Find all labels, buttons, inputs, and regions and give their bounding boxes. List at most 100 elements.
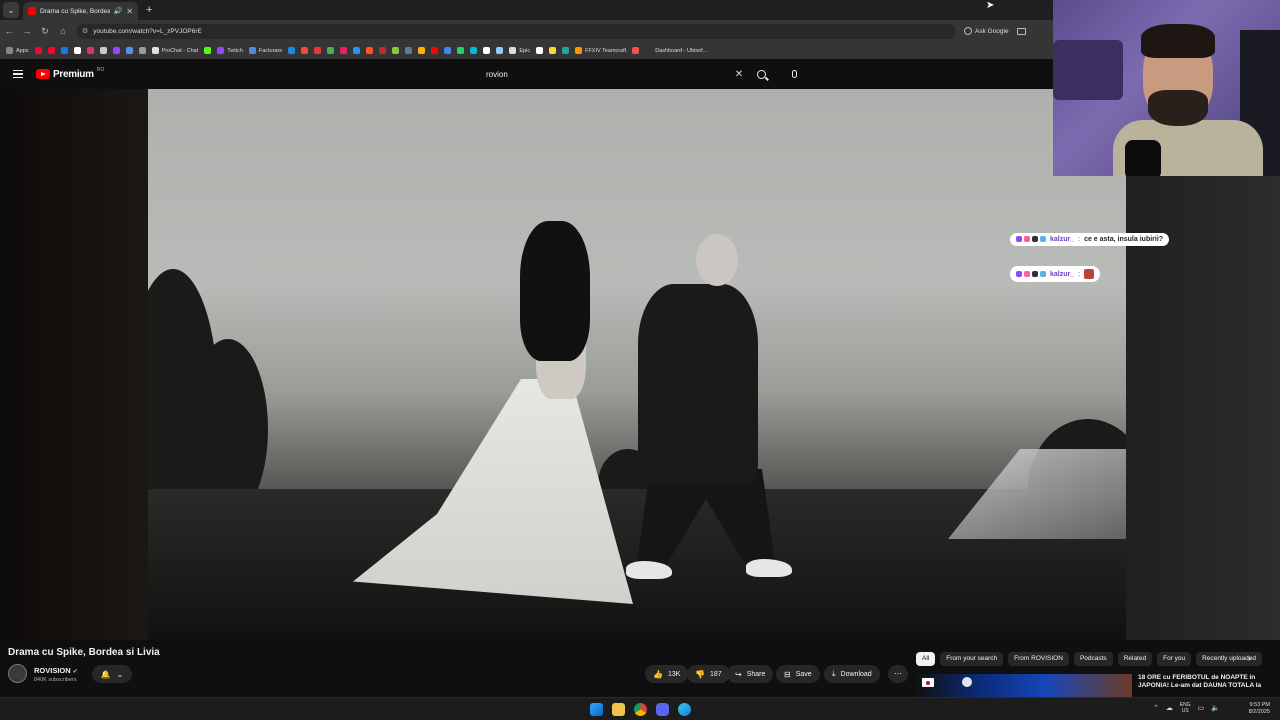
recommended-video-title[interactable]: 18 ORE cu FERIBOTUL de NOAPTE in JAPONIA…: [1138, 674, 1273, 697]
bookmark-item[interactable]: [112, 47, 120, 54]
ask-google-button[interactable]: Ask Google: [964, 27, 1009, 35]
filter-chip[interactable]: Related: [1117, 652, 1153, 666]
youtube-logo[interactable]: Premium RO: [36, 67, 104, 80]
bookmark-item[interactable]: [562, 47, 570, 54]
menu-icon[interactable]: [13, 70, 23, 78]
bookmark-item[interactable]: [431, 47, 439, 54]
bookmark-item[interactable]: [340, 47, 348, 54]
address-bar[interactable]: ⚙ youtube.com/watch?v=L_zPVJOP6rE: [76, 23, 956, 39]
bookmark-item[interactable]: [536, 47, 544, 54]
bookmark-item[interactable]: [125, 47, 133, 54]
clear-search-icon[interactable]: ✕: [732, 69, 746, 80]
bookmark-item[interactable]: Dashboard - Ubisof...: [645, 47, 707, 54]
browser-tab[interactable]: Drama cu Spike, Bordea si Livia 🔊 ✕: [23, 2, 138, 20]
windows-start-icon[interactable]: [590, 703, 603, 716]
filter-chip[interactable]: For you: [1157, 652, 1192, 666]
bookmark-item[interactable]: ProChat - Chat: [151, 47, 198, 54]
bookmark-item[interactable]: [86, 47, 94, 54]
bookmark-item[interactable]: Apps: [6, 47, 29, 54]
bookmark-favicon-icon: [112, 47, 120, 54]
bookmark-item[interactable]: [301, 47, 309, 54]
bookmark-favicon-icon: [151, 47, 159, 54]
bookmark-item[interactable]: [632, 47, 640, 54]
close-tab-icon[interactable]: ✕: [126, 7, 133, 16]
tab-search-button[interactable]: ⌄: [3, 2, 19, 18]
save-button[interactable]: ⊟ Save: [776, 665, 820, 683]
bookmark-item[interactable]: [288, 47, 296, 54]
back-button[interactable]: ←: [0, 26, 18, 36]
search-input[interactable]: [478, 69, 732, 79]
bookmark-item[interactable]: [73, 47, 81, 54]
bookmark-favicon-icon: [645, 47, 653, 54]
cast-icon[interactable]: [1016, 27, 1026, 35]
bookmark-item[interactable]: [392, 47, 400, 54]
bookmark-item[interactable]: [418, 47, 426, 54]
bookmark-item[interactable]: [99, 47, 107, 54]
bookmark-item[interactable]: [34, 47, 42, 54]
bookmark-item[interactable]: [496, 47, 504, 54]
reload-button[interactable]: ↻: [36, 26, 54, 37]
speaker-icon[interactable]: 🔊: [114, 7, 123, 15]
subscription-bell-button[interactable]: 🔔 ⌄: [92, 665, 132, 683]
home-button[interactable]: ⌂: [54, 26, 72, 36]
bookmark-item[interactable]: [470, 47, 478, 54]
filter-chip[interactable]: From your search: [940, 652, 1004, 666]
discord-icon[interactable]: [656, 703, 669, 716]
language-indicator[interactable]: ENG US: [1180, 702, 1191, 714]
voice-search-button[interactable]: [785, 65, 803, 83]
bookmark-item[interactable]: [405, 47, 413, 54]
bookmark-item[interactable]: [444, 47, 452, 54]
channel-avatar[interactable]: [8, 664, 27, 683]
bookmark-item[interactable]: FFXIV Teamcraft: [575, 47, 626, 54]
site-info-icon[interactable]: ⚙: [82, 27, 88, 35]
dislike-button[interactable]: 👎 187: [687, 665, 730, 683]
file-explorer-icon[interactable]: [612, 703, 625, 716]
filter-chip[interactable]: Recently uploaded: [1196, 652, 1262, 666]
bookmark-item[interactable]: [314, 47, 322, 54]
chat-emote-icon: [1084, 269, 1095, 279]
chevron-right-icon[interactable]: ›: [1248, 653, 1251, 663]
tray-app-icon[interactable]: ☁: [1166, 704, 1173, 712]
bookmark-item[interactable]: [549, 47, 557, 54]
bookmark-favicon-icon: [99, 47, 107, 54]
bookmark-item[interactable]: [138, 47, 146, 54]
system-clock[interactable]: 9:53 PM 8/2/2025: [1249, 702, 1270, 716]
bookmark-item[interactable]: [457, 47, 465, 54]
bookmark-item[interactable]: [366, 47, 374, 54]
chrome-icon[interactable]: [634, 703, 647, 716]
channel-name[interactable]: ROVISION ✔: [34, 666, 78, 675]
recommended-video-thumbnail[interactable]: [916, 674, 1132, 697]
share-button[interactable]: ↪ Share: [727, 665, 774, 683]
filter-chip[interactable]: Podcasts: [1073, 652, 1113, 666]
filter-chip[interactable]: From ROVISION: [1008, 652, 1069, 666]
more-actions-icon[interactable]: ⋯: [888, 665, 908, 683]
chat-timestamp: 09:52 PM: [1015, 284, 1037, 290]
bookmark-item[interactable]: Facturare: [248, 47, 282, 54]
microphone-icon: [791, 70, 797, 78]
bookmark-item[interactable]: Epic: [509, 47, 530, 54]
like-button[interactable]: 👍 13K: [645, 665, 689, 683]
bookmark-item[interactable]: [483, 47, 491, 54]
bookmark-item[interactable]: [60, 47, 68, 54]
bookmark-item[interactable]: [204, 47, 212, 54]
bookmark-favicon-icon: [301, 47, 309, 54]
forward-button[interactable]: →: [18, 26, 36, 36]
new-tab-button[interactable]: +: [146, 4, 152, 16]
edge-icon[interactable]: [678, 703, 691, 716]
bookmark-favicon-icon: [483, 47, 491, 54]
bookmark-item[interactable]: Twitch: [217, 47, 243, 54]
bookmark-item[interactable]: [47, 47, 55, 54]
shoe: [746, 559, 792, 577]
bookmark-item[interactable]: [327, 47, 335, 54]
mouse-cursor-icon: ➤: [986, 0, 995, 11]
youtube-header: Premium RO ✕: [0, 59, 1053, 89]
volume-icon[interactable]: 🔈: [1211, 704, 1220, 712]
download-button[interactable]: ⤓ Download: [824, 665, 880, 683]
bookmark-favicon-icon: [138, 47, 146, 54]
display-icon[interactable]: ▭: [1198, 704, 1205, 712]
search-button[interactable]: [752, 65, 770, 83]
bookmark-item[interactable]: [353, 47, 361, 54]
bookmark-item[interactable]: [379, 47, 387, 54]
filter-chip[interactable]: All: [916, 652, 936, 666]
chevron-up-icon[interactable]: ⌃: [1153, 704, 1159, 712]
